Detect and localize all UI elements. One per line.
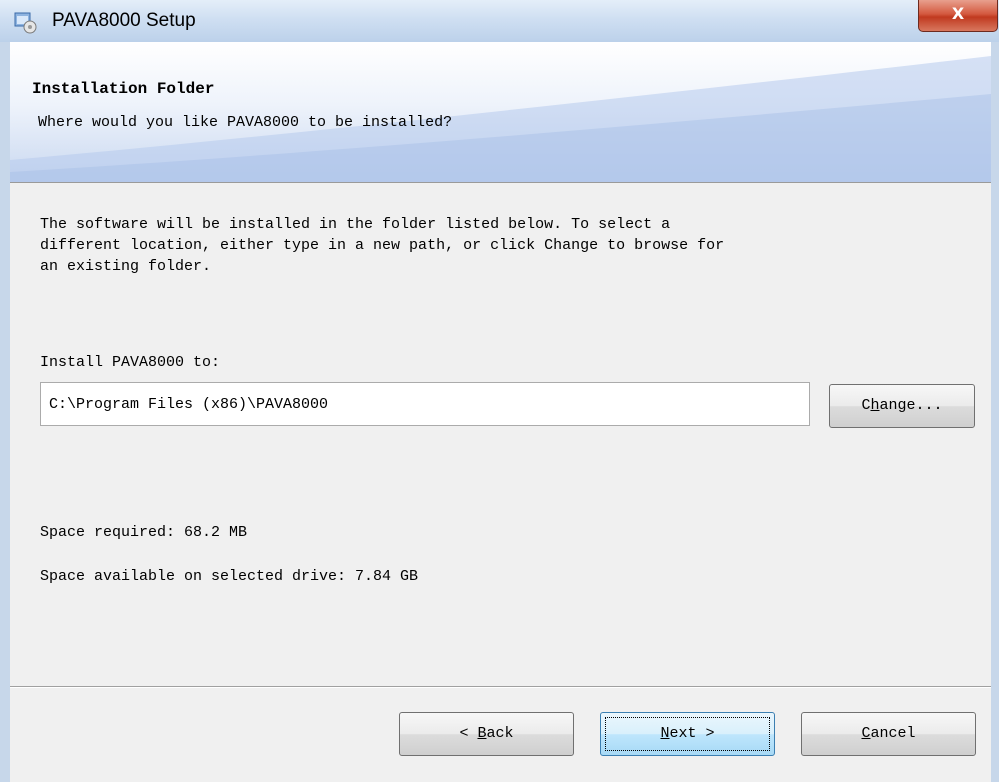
back-label-suffix: ack	[486, 725, 514, 742]
install-path-input[interactable]	[40, 382, 810, 426]
cancel-accelerator-key: C	[861, 725, 871, 742]
header-swoosh-graphic	[10, 56, 991, 182]
change-button[interactable]: Change...	[829, 384, 975, 428]
close-button[interactable]: X	[918, 0, 998, 32]
change-label-suffix: ange...	[879, 397, 943, 414]
cancel-label-suffix: ancel	[870, 725, 916, 742]
page-subtitle: Where would you like PAVA8000 to be inst…	[38, 114, 453, 131]
cancel-button[interactable]: Cancel	[801, 712, 976, 756]
instructions-text: The software will be installed in the fo…	[40, 216, 725, 275]
dialog-client-area: Installation Folder Where would you like…	[10, 42, 991, 782]
back-label-prefix: <	[459, 725, 478, 742]
title-bar: PAVA8000 Setup X	[0, 0, 999, 42]
space-available-text: Space available on selected drive: 7.84 …	[40, 568, 419, 585]
window-title: PAVA8000 Setup	[52, 10, 196, 31]
close-icon[interactable]: X	[952, 4, 964, 23]
page-title: Installation Folder	[32, 80, 215, 98]
space-required-text: Space required: 68.2 MB	[40, 524, 248, 541]
back-accelerator-key: B	[477, 725, 487, 742]
wizard-header-banner: Installation Folder Where would you like…	[10, 42, 991, 183]
focus-rectangle	[605, 717, 770, 751]
setup-installer-icon	[14, 12, 37, 34]
install-path-label: Install PAVA8000 to:	[40, 354, 221, 371]
next-button[interactable]: Next >	[600, 712, 775, 756]
window-frame-right	[991, 42, 999, 782]
window-frame-left	[0, 42, 10, 782]
change-accelerator-key: h	[870, 397, 880, 414]
footer-separator	[10, 686, 991, 688]
back-button[interactable]: < Back	[399, 712, 574, 756]
